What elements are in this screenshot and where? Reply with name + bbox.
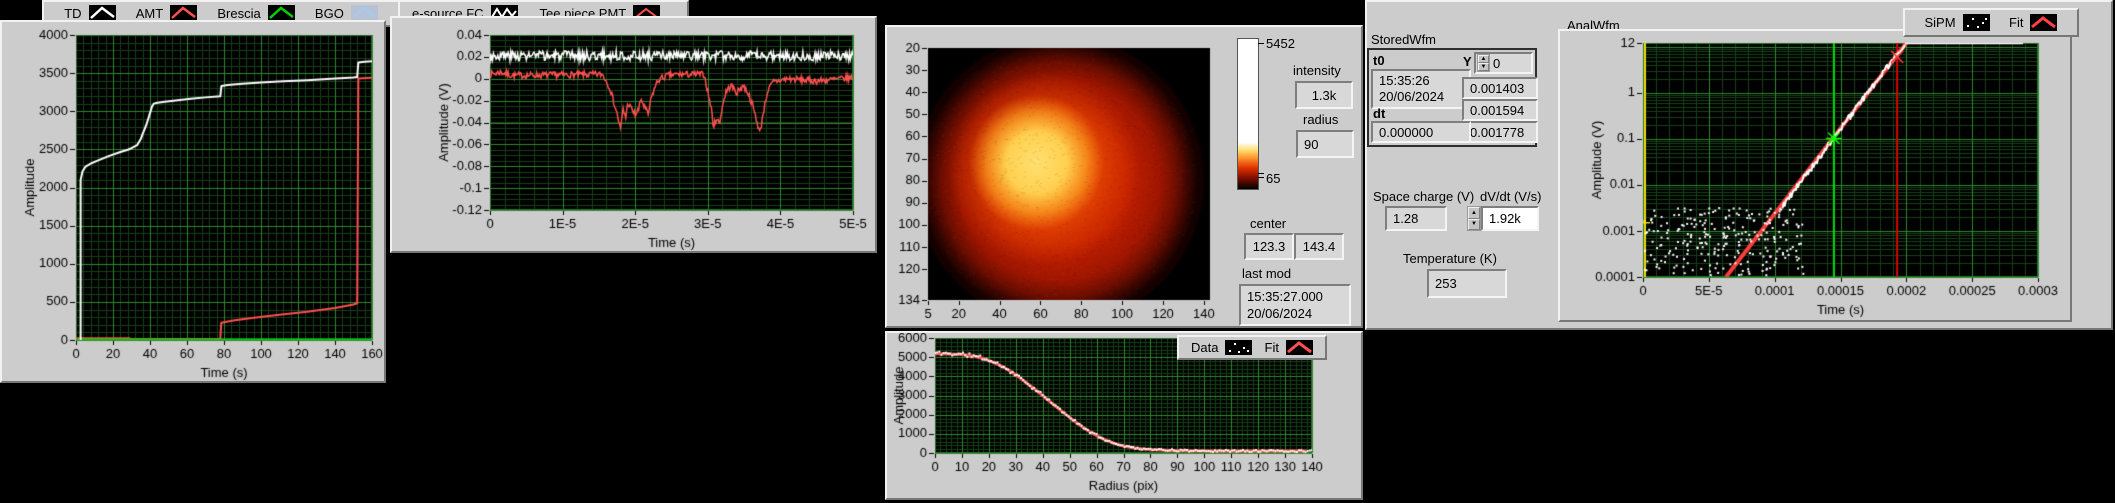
counts-chart[interactable]: [2, 22, 384, 381]
t0-time: 15:35:26: [1379, 73, 1430, 88]
storedwfm-title: StoredWfm: [1371, 32, 1437, 47]
legend-label-td: TD: [64, 6, 82, 21]
analwfm-chart-frame: [1558, 29, 2072, 322]
legend-item-data[interactable]: Data: [1191, 340, 1253, 355]
sipm-plot-icon: [1962, 14, 1990, 31]
beam-image[interactable]: [887, 27, 1361, 326]
t0-label: t0: [1373, 53, 1385, 68]
colorbar-min-value: 65: [1266, 171, 1281, 186]
center-y-value: 143.4: [1294, 233, 1344, 260]
legend-label-sipm: SiPM: [1924, 15, 1956, 30]
beam-image-panel: 5452 65 intensity 1.3k radius 90 center …: [885, 25, 1363, 328]
data-plot-icon: [1225, 340, 1253, 355]
temperature-value[interactable]: 253: [1427, 269, 1507, 298]
counts-chart-panel: [0, 20, 386, 383]
last-mod-label: last mod: [1242, 266, 1292, 281]
waveform-chart-panel: [390, 16, 877, 253]
legend-item-fit[interactable]: Fit: [1265, 340, 1313, 355]
legend-label-bgo: BGO: [314, 6, 344, 21]
radial-profile-panel: Data Fit: [885, 331, 1363, 500]
dvdt-value[interactable]: 1.92k: [1481, 206, 1539, 231]
radius-value: 90: [1296, 130, 1354, 158]
y-index-label: Y: [1463, 54, 1472, 69]
dvdt-spinner[interactable]: ▲ ▼: [1467, 206, 1481, 231]
legend-label-brescia: Brescia: [217, 6, 261, 21]
legend-label-anal-fit: Fit: [2009, 15, 2024, 30]
dvdt-down-icon: ▼: [1468, 218, 1480, 230]
waveform-chart[interactable]: [392, 18, 875, 251]
y-index-up-icon: ▲: [1478, 55, 1489, 63]
center-x-value: 123.3: [1244, 233, 1294, 260]
y-index-down-icon: ▼: [1478, 63, 1489, 71]
dt-label: dt: [1373, 106, 1386, 121]
intensity-label: intensity: [1293, 63, 1341, 78]
wfm-value-1: 0.001594: [1462, 99, 1538, 121]
legend-label-fit: Fit: [1264, 340, 1279, 355]
space-charge-label: Space charge (V): [1373, 189, 1475, 204]
center-label: center: [1250, 216, 1287, 231]
wfm-value-0: 0.001403: [1462, 77, 1538, 99]
control-panel: StoredWfm t0 15:35:26 20/06/2024 Y ▲ ▼ 0 …: [1365, 0, 2113, 330]
legend-label-amt: AMT: [135, 6, 164, 21]
y-index-spinner[interactable]: ▲ ▼: [1477, 54, 1490, 72]
radial-plot-legend: Data Fit: [1177, 335, 1327, 360]
wfm-value-2: 0.001778: [1462, 121, 1538, 143]
y-index-value: 0: [1493, 55, 1501, 71]
analwfm-chart[interactable]: [1560, 31, 2070, 320]
colorbar-min-tick: [1258, 173, 1264, 174]
y-index-control[interactable]: ▲ ▼ 0: [1474, 52, 1533, 74]
dvdt-up-icon: ▲: [1468, 207, 1480, 219]
legend-item-sipm[interactable]: SiPM: [1924, 14, 1990, 31]
t0-date: 20/06/2024: [1379, 89, 1445, 104]
analwfm-plot-legend: SiPM Fit: [1903, 8, 2079, 37]
temperature-label: Temperature (K): [1403, 251, 1497, 266]
dt-value[interactable]: 0.000000: [1371, 121, 1471, 143]
dvdt-label: dV/dt (V/s): [1480, 189, 1542, 204]
colorbar-min-tick2: [1258, 177, 1264, 178]
last-mod-time: 15:35:27.000: [1247, 289, 1323, 304]
fit-plot-icon: [1285, 340, 1313, 355]
t0-value[interactable]: 15:35:26 20/06/2024: [1371, 69, 1471, 109]
intensity-value: 1.3k: [1295, 81, 1353, 109]
colorbar-max-value: 5452: [1266, 36, 1295, 51]
last-mod-date: 20/06/2024: [1247, 306, 1313, 321]
storedwfm-cluster: t0 15:35:26 20/06/2024 Y ▲ ▼ 0 0.001403 0…: [1367, 48, 1538, 147]
legend-item-anal-fit[interactable]: Fit: [2009, 14, 2058, 31]
last-mod-value: 15:35:27.000 20/06/2024: [1239, 284, 1351, 326]
anal-fit-plot-icon: [2030, 14, 2058, 31]
colorbar[interactable]: [1237, 38, 1259, 190]
labview-front-panel: TD AMT Brescia BGO e-source FC Tee piece…: [0, 0, 2115, 503]
radius-label: radius: [1303, 112, 1339, 127]
space-charge-value: 1.28: [1385, 206, 1447, 231]
legend-label-data: Data: [1191, 340, 1219, 355]
colorbar-max-tick: [1258, 43, 1264, 44]
